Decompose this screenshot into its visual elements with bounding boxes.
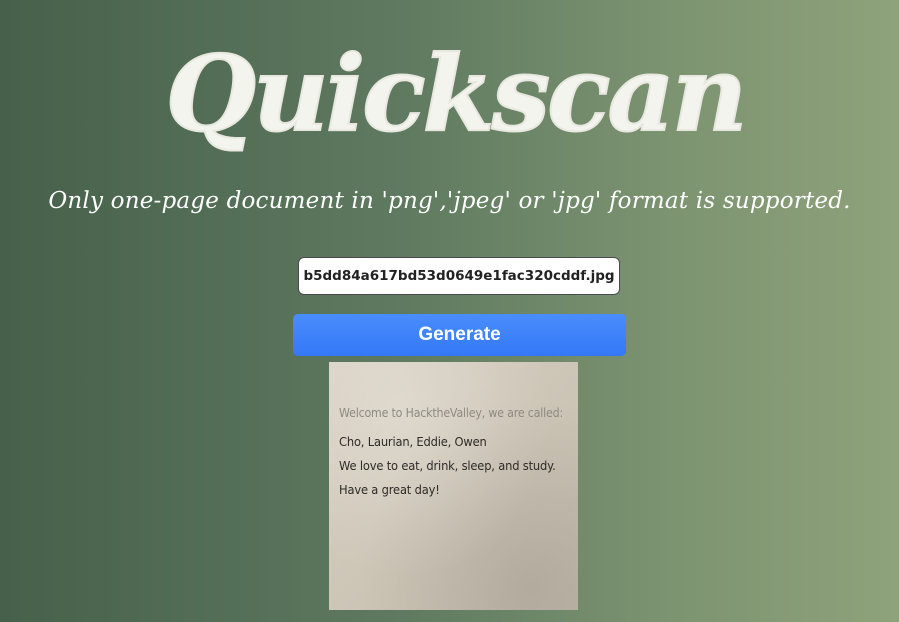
logo-text: Quickscan (166, 32, 745, 155)
generate-button[interactable]: Generate (293, 314, 626, 356)
file-name: b5dd84a617bd53d0649e1fac320cddf.jpg (303, 268, 615, 284)
preview-line: Cho, Laurian, Eddie, Owen (339, 434, 487, 449)
format-instructions: Only one-page document in 'png','jpeg' o… (48, 188, 851, 214)
quickscan-logo: Quickscan (165, 31, 749, 156)
preview-line: We love to eat, drink, sleep, and study. (339, 458, 556, 473)
file-input[interactable]: b5dd84a617bd53d0649e1fac320cddf.jpg (298, 257, 620, 295)
document-preview: Welcome to HacktheValley, we are called:… (329, 362, 578, 610)
preview-line: Welcome to HacktheValley, we are called: (339, 406, 564, 420)
preview-line: Have a great day! (339, 482, 440, 497)
